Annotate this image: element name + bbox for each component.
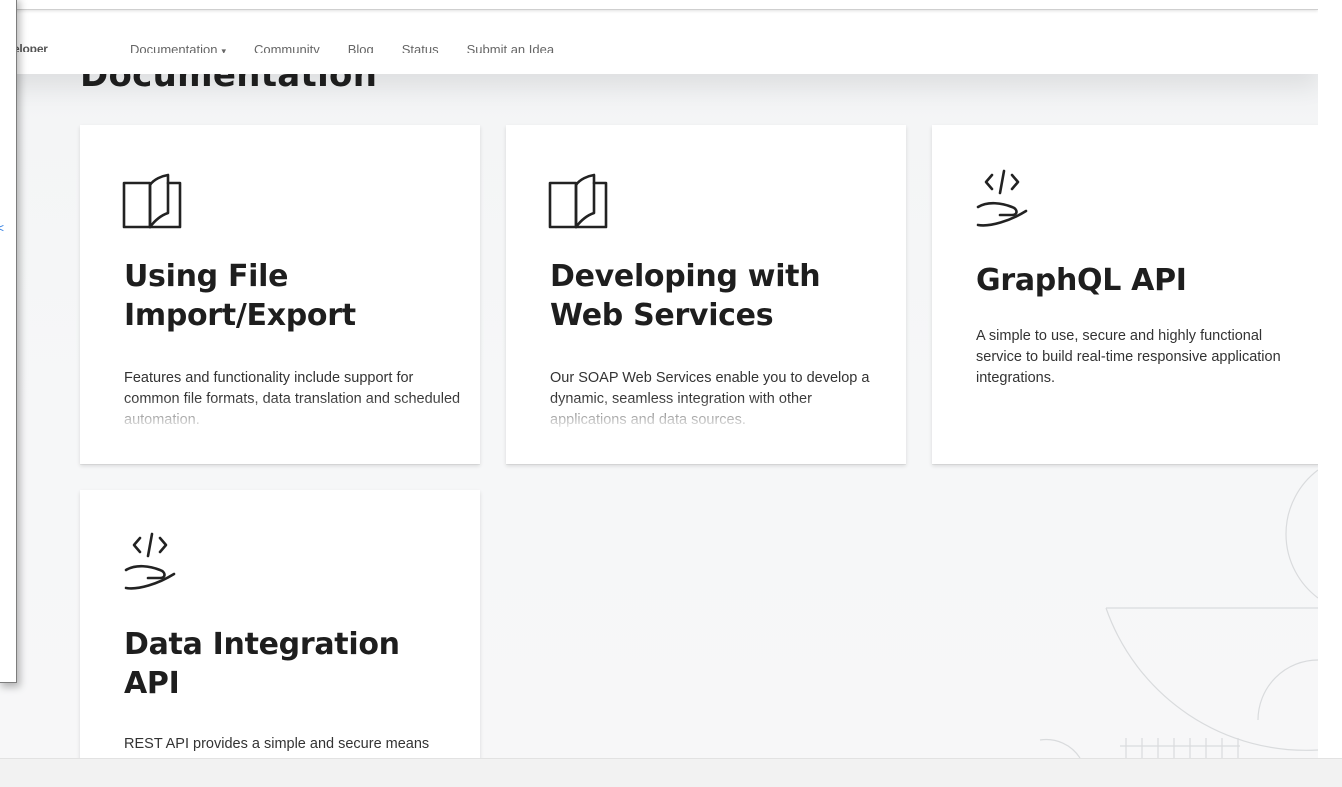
card-title-line: GraphQL API <box>976 263 1187 298</box>
card-graphql-api[interactable]: GraphQL API A simple to use, secure and … <box>932 125 1318 464</box>
card-file-import-export[interactable]: Using File Import/Export Features and fu… <box>80 125 480 464</box>
nav-link-community[interactable]: Community <box>254 42 320 53</box>
page-viewport: Documentation Using File Import/Export F… <box>0 0 1318 758</box>
card-title-line: Developing with <box>550 259 821 294</box>
open-book-icon <box>548 173 608 229</box>
card-title-line: API <box>124 666 180 701</box>
card-title-line: Using File <box>124 259 289 294</box>
site-navbar: eveloper Documentation ▾ Community Blog S… <box>0 0 1318 74</box>
card-data-integration-api[interactable]: Data Integration API REST API provides a… <box>80 490 480 758</box>
open-book-icon <box>122 173 182 229</box>
nav-links: Documentation ▾ Community Blog Status Sub… <box>130 42 582 57</box>
card-title-line: Data Integration <box>124 627 400 662</box>
nav-link-blog[interactable]: Blog <box>348 42 374 53</box>
nav-link-label: Documentation <box>130 42 218 57</box>
overlay-side-panel[interactable]: < <box>0 0 17 683</box>
chevron-down-icon: ▾ <box>221 46 226 56</box>
nav-link-documentation[interactable]: Documentation ▾ <box>130 42 226 57</box>
card-title-line: Import/Export <box>124 298 356 333</box>
nav-link-status[interactable]: Status <box>402 42 439 53</box>
code-hand-icon <box>976 169 1028 227</box>
collapse-icon[interactable]: < <box>0 221 4 235</box>
card-description: A simple to use, secure and highly funct… <box>976 328 1281 386</box>
card-title-line: Web Services <box>550 298 774 333</box>
window-top-edge <box>0 0 1318 10</box>
background-decoration <box>1039 469 1318 758</box>
card-description: REST API provides a simple and secure me… <box>124 736 430 752</box>
window-bottom-strip <box>0 758 1342 787</box>
card-web-services[interactable]: Developing with Web Services Our SOAP We… <box>506 125 906 464</box>
nav-link-submit-idea[interactable]: Submit an Idea <box>467 42 554 53</box>
code-hand-icon <box>124 532 176 590</box>
